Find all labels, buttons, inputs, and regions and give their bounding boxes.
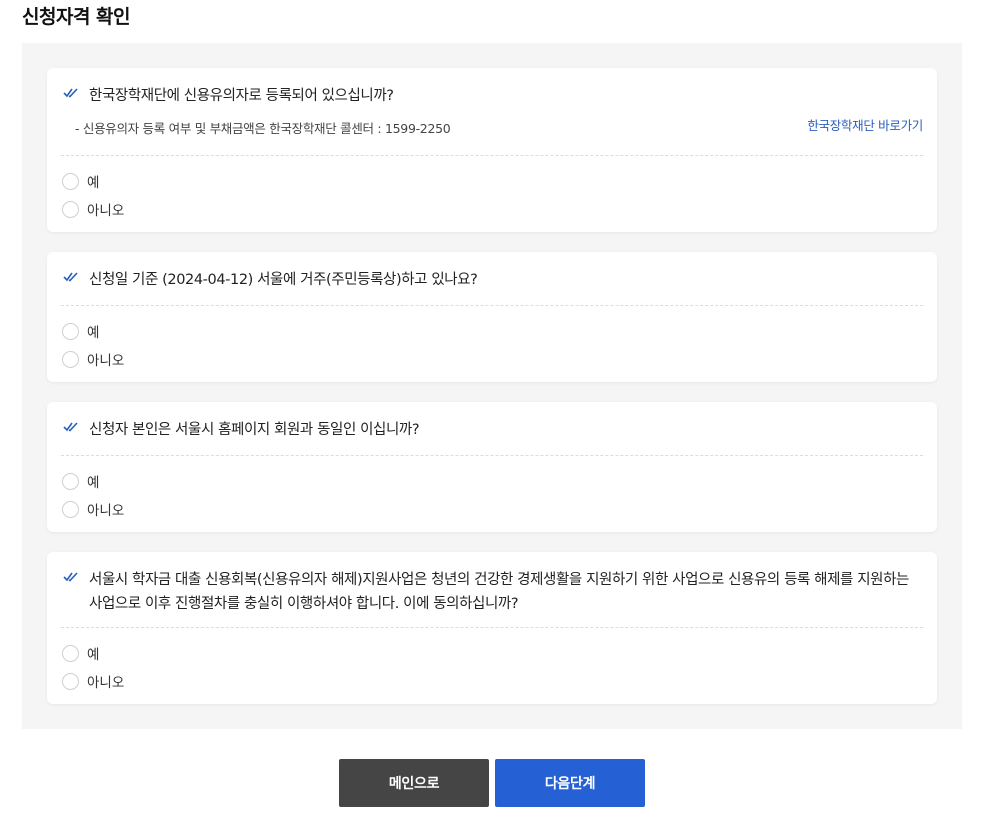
option-label: 예: [87, 475, 100, 491]
radio-icon[interactable]: [62, 472, 79, 490]
option-label: 예: [87, 325, 100, 341]
question-card-1: 한국장학재단에 신용유의자로 등록되어 있으십니까? - 신용유의자 등록 여부…: [47, 68, 937, 232]
radio-icon[interactable]: [62, 172, 79, 190]
option-label: 아니오: [87, 353, 125, 369]
page-title: 신청자격 확인: [22, 6, 131, 28]
option-yes-3[interactable]: 예: [62, 471, 99, 491]
question-row-4: 서울시 학자금 대출 신용회복(신용유의자 해제)지원사업은 청년의 건강한 경…: [63, 568, 921, 616]
question-row-2: 신청일 기준 (2024-04-12) 서울에 거주(주민등록상)하고 있나요?: [63, 268, 921, 292]
option-no-3[interactable]: 아니오: [62, 499, 124, 519]
double-check-icon: [63, 422, 78, 432]
option-label: 예: [87, 175, 100, 191]
question-text: 서울시 학자금 대출 신용회복(신용유의자 해제)지원사업은 청년의 건강한 경…: [89, 572, 909, 612]
main-button[interactable]: 메인으로: [339, 759, 489, 807]
option-no-1[interactable]: 아니오: [62, 199, 124, 219]
question-note: - 신용유의자 등록 여부 및 부채금액은 한국장학재단 콜센터 : 1599-…: [75, 121, 451, 136]
question-text: 신청자 본인은 서울시 홈페이지 회원과 동일인 이십니까?: [89, 422, 420, 438]
divider: [61, 305, 923, 306]
question-card-4: 서울시 학자금 대출 신용회복(신용유의자 해제)지원사업은 청년의 건강한 경…: [47, 552, 937, 704]
double-check-icon: [63, 272, 78, 282]
option-yes-1[interactable]: 예: [62, 171, 99, 191]
option-label: 아니오: [87, 503, 125, 519]
question-row-1: 한국장학재단에 신용유의자로 등록되어 있으십니까?: [63, 84, 921, 108]
eligibility-panel: 한국장학재단에 신용유의자로 등록되어 있으십니까? - 신용유의자 등록 여부…: [22, 43, 962, 729]
radio-icon[interactable]: [62, 644, 79, 662]
question-text: 신청일 기준 (2024-04-12) 서울에 거주(주민등록상)하고 있나요?: [89, 272, 478, 288]
question-text: 한국장학재단에 신용유의자로 등록되어 있으십니까?: [89, 88, 394, 104]
radio-icon[interactable]: [62, 350, 79, 368]
option-label: 아니오: [87, 203, 125, 219]
question-card-2: 신청일 기준 (2024-04-12) 서울에 거주(주민등록상)하고 있나요?…: [47, 252, 937, 382]
option-label: 아니오: [87, 675, 125, 691]
question-card-3: 신청자 본인은 서울시 홈페이지 회원과 동일인 이십니까? 예 아니오: [47, 402, 937, 532]
kosaf-link[interactable]: 한국장학재단 바로가기: [807, 115, 923, 134]
option-yes-2[interactable]: 예: [62, 321, 99, 341]
divider: [61, 627, 923, 628]
option-yes-4[interactable]: 예: [62, 643, 99, 663]
double-check-icon: [63, 88, 78, 98]
next-step-button[interactable]: 다음단계: [495, 759, 645, 807]
radio-icon[interactable]: [62, 500, 79, 518]
option-no-4[interactable]: 아니오: [62, 671, 124, 691]
option-label: 예: [87, 647, 100, 663]
radio-icon[interactable]: [62, 200, 79, 218]
divider: [61, 455, 923, 456]
radio-icon[interactable]: [62, 672, 79, 690]
question-row-3: 신청자 본인은 서울시 홈페이지 회원과 동일인 이십니까?: [63, 418, 921, 442]
divider: [61, 155, 923, 156]
double-check-icon: [63, 572, 78, 582]
option-no-2[interactable]: 아니오: [62, 349, 124, 369]
radio-icon[interactable]: [62, 322, 79, 340]
